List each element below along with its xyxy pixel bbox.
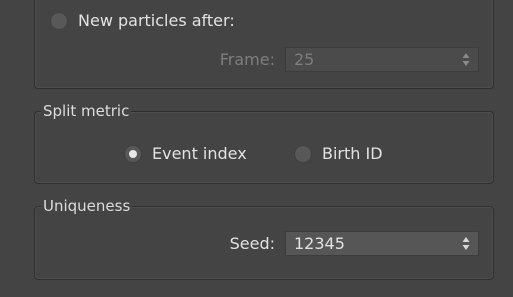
spinner-arrows-icon[interactable] bbox=[462, 236, 470, 251]
uniqueness-group: Uniqueness Seed: 12345 bbox=[34, 196, 494, 280]
frame-spinner[interactable]: 25 bbox=[285, 47, 479, 72]
frame-label: Frame: bbox=[219, 50, 275, 69]
new-particles-after-label: New particles after: bbox=[78, 11, 235, 30]
split-metric-group: Split metric Event index Birth ID bbox=[34, 101, 494, 184]
radio-button-icon[interactable] bbox=[50, 11, 68, 30]
event-index-radio[interactable]: Event index bbox=[124, 144, 247, 163]
radio-button-icon[interactable] bbox=[124, 144, 142, 163]
birth-id-label: Birth ID bbox=[322, 144, 383, 163]
seed-label: Seed: bbox=[229, 234, 275, 253]
new-particles-after-radio[interactable]: New particles after: bbox=[50, 11, 235, 30]
split-metric-title: Split metric bbox=[41, 101, 132, 121]
seed-spinner[interactable]: 12345 bbox=[285, 231, 479, 256]
seed-value[interactable]: 12345 bbox=[294, 234, 345, 254]
spinner-arrows-icon[interactable] bbox=[462, 52, 470, 67]
radio-button-icon[interactable] bbox=[294, 144, 312, 163]
birth-id-radio[interactable]: Birth ID bbox=[294, 144, 383, 163]
event-index-label: Event index bbox=[152, 144, 247, 163]
spawn-options-group: New particles after: Frame: 25 bbox=[34, 0, 494, 89]
frame-value[interactable]: 25 bbox=[294, 50, 314, 70]
uniqueness-title: Uniqueness bbox=[41, 196, 133, 216]
